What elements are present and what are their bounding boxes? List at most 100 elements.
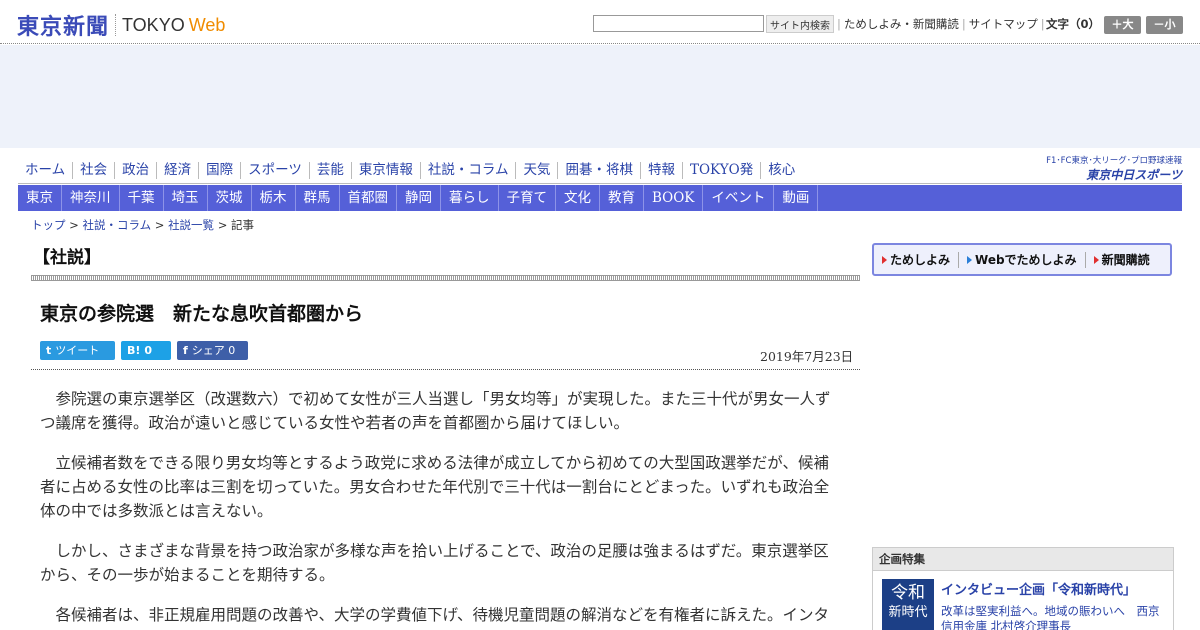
nav-item-events[interactable]: イベント <box>703 185 775 211</box>
nav-divider <box>18 183 1182 184</box>
nav-item-special-report[interactable]: 特報 <box>641 162 683 179</box>
sitemap-link[interactable]: サイトマップ <box>969 17 1038 31</box>
section-title: 【社説】 <box>33 248 101 268</box>
nav-item-culture[interactable]: 文化 <box>556 185 600 211</box>
tweet-button[interactable]: t ツイート <box>40 341 115 360</box>
nav-item-metropolitan[interactable]: 首都圏 <box>340 185 397 211</box>
subscribe-label: 新聞購読 <box>1101 253 1150 267</box>
facebook-count: 0 <box>228 344 236 357</box>
nav-item-tokyo[interactable]: 東京 <box>18 185 62 211</box>
article-title: 東京の参院選 新たな息吹首都圏から <box>40 303 364 325</box>
link-divider: | <box>837 17 841 31</box>
tweet-label: ツイート <box>55 344 100 357</box>
logo-divider <box>115 14 117 36</box>
nav-item-kanagawa[interactable]: 神奈川 <box>62 185 120 211</box>
nav-item-go-shogi[interactable]: 囲碁・将棋 <box>558 162 641 179</box>
article-date: 2019年7月23日 <box>760 349 854 364</box>
chunichi-tagline: F1･FC東京･大リーグ･プロ野球速報 <box>1046 156 1182 166</box>
feature-thumb-line2: 新時代 <box>888 605 928 620</box>
facebook-icon: f <box>183 344 188 357</box>
trial-read-label: ためしよみ <box>890 253 951 267</box>
nav-item-education[interactable]: 教育 <box>600 185 644 211</box>
nav-item-entertainment[interactable]: 芸能 <box>310 162 352 179</box>
nav-item-video[interactable]: 動画 <box>774 185 819 211</box>
header-links: | ためしよみ・新聞購読 | サイトマップ | <box>834 16 1048 32</box>
site-logo[interactable]: 東京新聞 TOKYO Web <box>17 9 225 41</box>
primary-nav: ホーム 社会 政治 経済 国際 スポーツ 芸能 東京情報 社説・コラム 天気 囲… <box>18 157 1018 184</box>
link-divider: | <box>1040 17 1045 31</box>
nav-item-saitama[interactable]: 埼玉 <box>164 185 208 211</box>
regional-nav: 東京 神奈川 千葉 埼玉 茨城 栃木 群馬 首都圏 静岡 暮らし 子育て 文化 … <box>18 185 1182 211</box>
breadcrumb-current: 記事 <box>231 218 255 232</box>
font-size-label: 文字（0） <box>1046 17 1101 31</box>
nav-item-economy[interactable]: 経済 <box>157 162 200 179</box>
hatena-icon: B! <box>127 344 141 357</box>
facebook-share-button[interactable]: f シェア 0 <box>177 341 248 360</box>
breadcrumb-editorial-list[interactable]: 社説一覧 <box>168 218 214 232</box>
article-body: 参院選の東京選挙区（改選数六）で初めて女性が三人当選し「男女均等」が実現した。ま… <box>40 387 843 630</box>
font-larger-button[interactable]: ＋大 <box>1104 16 1141 34</box>
logo-web: Web <box>188 14 226 35</box>
breadcrumb-separator: > <box>69 218 79 232</box>
hatena-count: 0 <box>144 344 153 357</box>
subscribe-link[interactable]: 新聞購読 <box>1093 251 1158 268</box>
article-paragraph: 各候補者は、非正規雇用問題の改善や、大学の学費値下げ、待機児童問題の解消などを有… <box>55 606 829 624</box>
breadcrumb-separator: > <box>217 218 228 232</box>
nav-item-editorial-column[interactable]: 社説・コラム <box>421 162 517 179</box>
font-smaller-button[interactable]: －小 <box>1146 16 1183 34</box>
breadcrumb-separator: > <box>154 218 165 232</box>
article-paragraph: しかし、さまざまな背景を持つ政治家が多様な声を拾い上げることで、政治の足腰は強ま… <box>40 542 829 584</box>
nav-item-international[interactable]: 国際 <box>199 162 242 179</box>
subscribe-divider <box>1084 251 1086 268</box>
nav-item-chiba[interactable]: 千葉 <box>120 185 164 211</box>
nav-item-weather[interactable]: 天気 <box>516 162 559 179</box>
breadcrumb-editorial-column[interactable]: 社説・コラム <box>82 218 151 232</box>
arrow-right-icon <box>1093 255 1099 264</box>
nav-item-politics[interactable]: 政治 <box>115 162 158 179</box>
arrow-right-icon <box>882 255 887 264</box>
breadcrumb: トップ > 社説・コラム > 社説一覧 > 記事 <box>31 217 254 233</box>
chunichi-logo: 東京中日スポーツ <box>1086 168 1182 182</box>
feature-thumbnail[interactable]: 令和 新時代 <box>882 579 934 630</box>
feature-title-link[interactable]: インタビュー企画「令和新時代」 <box>941 579 1136 598</box>
nav-item-home[interactable]: ホーム <box>18 162 74 179</box>
nav-item-tokyo-hatsu[interactable]: TOKYO発 <box>683 162 762 179</box>
nav-item-parenting[interactable]: 子育て <box>499 185 556 211</box>
trial-subscribe-link[interactable]: ためしよみ・新聞購読 <box>844 17 959 31</box>
web-trial-read-label: Webでためしよみ <box>975 253 1077 267</box>
subscribe-divider <box>958 251 960 268</box>
chunichi-sports-banner[interactable]: F1･FC東京･大リーグ･プロ野球速報 東京中日スポーツ <box>1026 154 1182 182</box>
link-divider: | <box>961 17 966 31</box>
nav-item-core[interactable]: 核心 <box>761 162 802 179</box>
breadcrumb-top[interactable]: トップ <box>31 218 66 232</box>
subscribe-box: ためしよみ Webでためしよみ 新聞購読 <box>872 243 1172 276</box>
nav-item-living[interactable]: 暮らし <box>441 185 499 211</box>
logo-jp: 東京新聞 <box>17 14 110 40</box>
site-search-button[interactable]: サイト内検索 <box>766 15 834 33</box>
section-divider <box>31 275 860 281</box>
logo-tokyo: TOKYO <box>122 14 185 35</box>
trial-read-link[interactable]: ためしよみ <box>882 251 958 268</box>
site-header: 東京新聞 TOKYO Web サイト内検索 | ためしよみ・新聞購読 | サイトマップ… <box>0 0 1200 44</box>
nav-item-tochigi[interactable]: 栃木 <box>252 185 296 211</box>
nav-item-gunma[interactable]: 群馬 <box>296 185 340 211</box>
search-input[interactable] <box>593 15 764 32</box>
nav-item-book[interactable]: BOOK <box>644 185 704 211</box>
nav-item-tokyo-info[interactable]: 東京情報 <box>352 162 421 179</box>
web-trial-read-link[interactable]: Webでためしよみ <box>967 251 1085 268</box>
hatena-bookmark-button[interactable]: B! 0 <box>121 341 171 360</box>
nav-item-shizuoka[interactable]: 静岡 <box>397 185 441 211</box>
arrow-right-icon <box>967 255 973 264</box>
article-paragraph: 立候補者数をできる限り男女均等とするよう政党に求める法律が成立してから初めての大… <box>40 454 830 520</box>
facebook-label: シェア <box>191 344 225 357</box>
twitter-icon: t <box>46 344 52 357</box>
feature-thumb-line1: 令和 <box>891 583 925 603</box>
nav-item-society[interactable]: 社会 <box>73 162 116 179</box>
article-divider <box>31 369 860 370</box>
nav-item-ibaraki[interactable]: 茨城 <box>208 185 252 211</box>
article-paragraph: 参院選の東京選挙区（改選数六）で初めて女性が三人当選し「男女均等」が実現した。ま… <box>40 390 831 432</box>
nav-item-sports[interactable]: スポーツ <box>241 162 310 179</box>
feature-description-link[interactable]: 改革は堅実利益へ。地域の賑わいへ 西京信用金庫 北村啓介理事長 <box>941 604 1167 630</box>
ad-banner-area <box>0 45 1200 148</box>
feature-box: 企画特集 令和 新時代 インタビュー企画「令和新時代」 改革は堅実利益へ。地域の… <box>872 547 1174 630</box>
